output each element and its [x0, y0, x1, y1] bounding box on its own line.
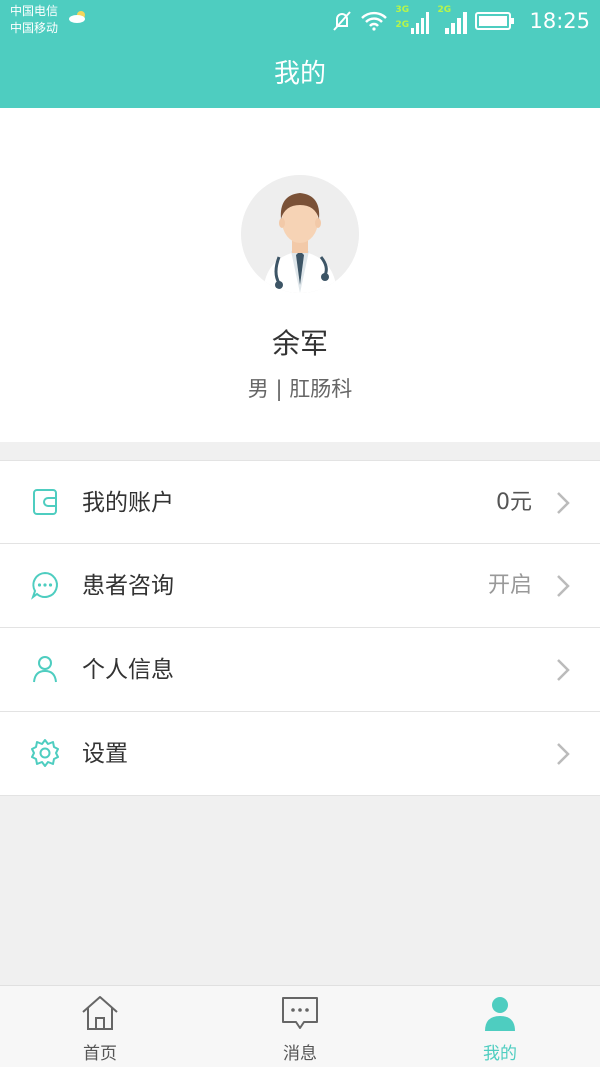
- signal-bars-2-icon: [445, 12, 468, 34]
- menu-item-settings[interactable]: 设置: [0, 712, 600, 796]
- profile-card: 余军 男 | 肛肠科: [0, 108, 600, 442]
- message-icon: [282, 997, 318, 1029]
- wallet-icon: [33, 489, 57, 515]
- network-label-2: 2G: [395, 20, 410, 30]
- menu-label-consultation: 患者咨询: [82, 573, 174, 599]
- gear-icon: [31, 739, 59, 767]
- consultation-status: 开启: [487, 573, 532, 598]
- account-balance: 0元: [496, 490, 532, 515]
- status-icons: 3G 2G 2G 18:25: [331, 5, 590, 36]
- tab-label-home: 首页: [83, 1044, 117, 1064]
- doctor-avatar-icon: [241, 175, 359, 293]
- signal-bars-icon: [411, 12, 430, 34]
- tab-home[interactable]: 首页: [0, 986, 200, 1067]
- status-bar: 中国电信 中国移动 3G 2G 2G 18:25: [0, 0, 600, 44]
- menu-list: 我的账户 0元 患者咨询 开启 个人信息 设置: [0, 460, 600, 796]
- tab-messages[interactable]: 消息: [200, 986, 400, 1067]
- menu-item-personal-info[interactable]: 个人信息: [0, 628, 600, 712]
- carrier-info: 中国电信 中国移动: [10, 3, 58, 37]
- wifi-icon: [361, 11, 388, 31]
- menu-label-settings: 设置: [82, 741, 128, 767]
- carrier-1: 中国电信: [10, 4, 59, 18]
- battery-icon: [475, 12, 515, 30]
- user-icon: [485, 997, 515, 1031]
- signal-3g2g: 3G 2G: [395, 5, 430, 35]
- chevron-right-icon: [557, 743, 570, 765]
- mute-icon: [333, 11, 352, 31]
- chevron-right-icon: [557, 659, 570, 681]
- chevron-right-icon: [557, 492, 570, 514]
- tab-mine[interactable]: 我的: [400, 986, 600, 1067]
- menu-item-consultation[interactable]: 患者咨询 开启: [0, 544, 600, 628]
- chat-bubble-icon: [31, 571, 58, 600]
- bottom-tab-bar: 首页 消息 我的: [0, 985, 600, 1067]
- menu-label-account: 我的账户: [82, 490, 174, 516]
- weather-cloud-icon: [69, 11, 85, 23]
- tab-label-messages: 消息: [283, 1044, 317, 1064]
- clock: 18:25: [529, 9, 590, 33]
- menu-label-personal-info: 个人信息: [82, 657, 174, 683]
- page-title: 我的: [0, 44, 600, 108]
- network-label-1: 3G: [395, 5, 410, 15]
- user-details: 男 | 肛肠科: [247, 377, 353, 401]
- user-name: 余军: [271, 327, 328, 360]
- person-icon: [33, 656, 57, 683]
- carrier-2: 中国移动: [10, 21, 59, 35]
- home-icon: [82, 996, 118, 1030]
- avatar[interactable]: [241, 175, 359, 293]
- menu-item-account[interactable]: 我的账户 0元: [0, 460, 600, 544]
- signal-2g: 2G: [437, 5, 468, 35]
- tab-label-mine: 我的: [483, 1044, 517, 1064]
- chevron-right-icon: [557, 575, 570, 597]
